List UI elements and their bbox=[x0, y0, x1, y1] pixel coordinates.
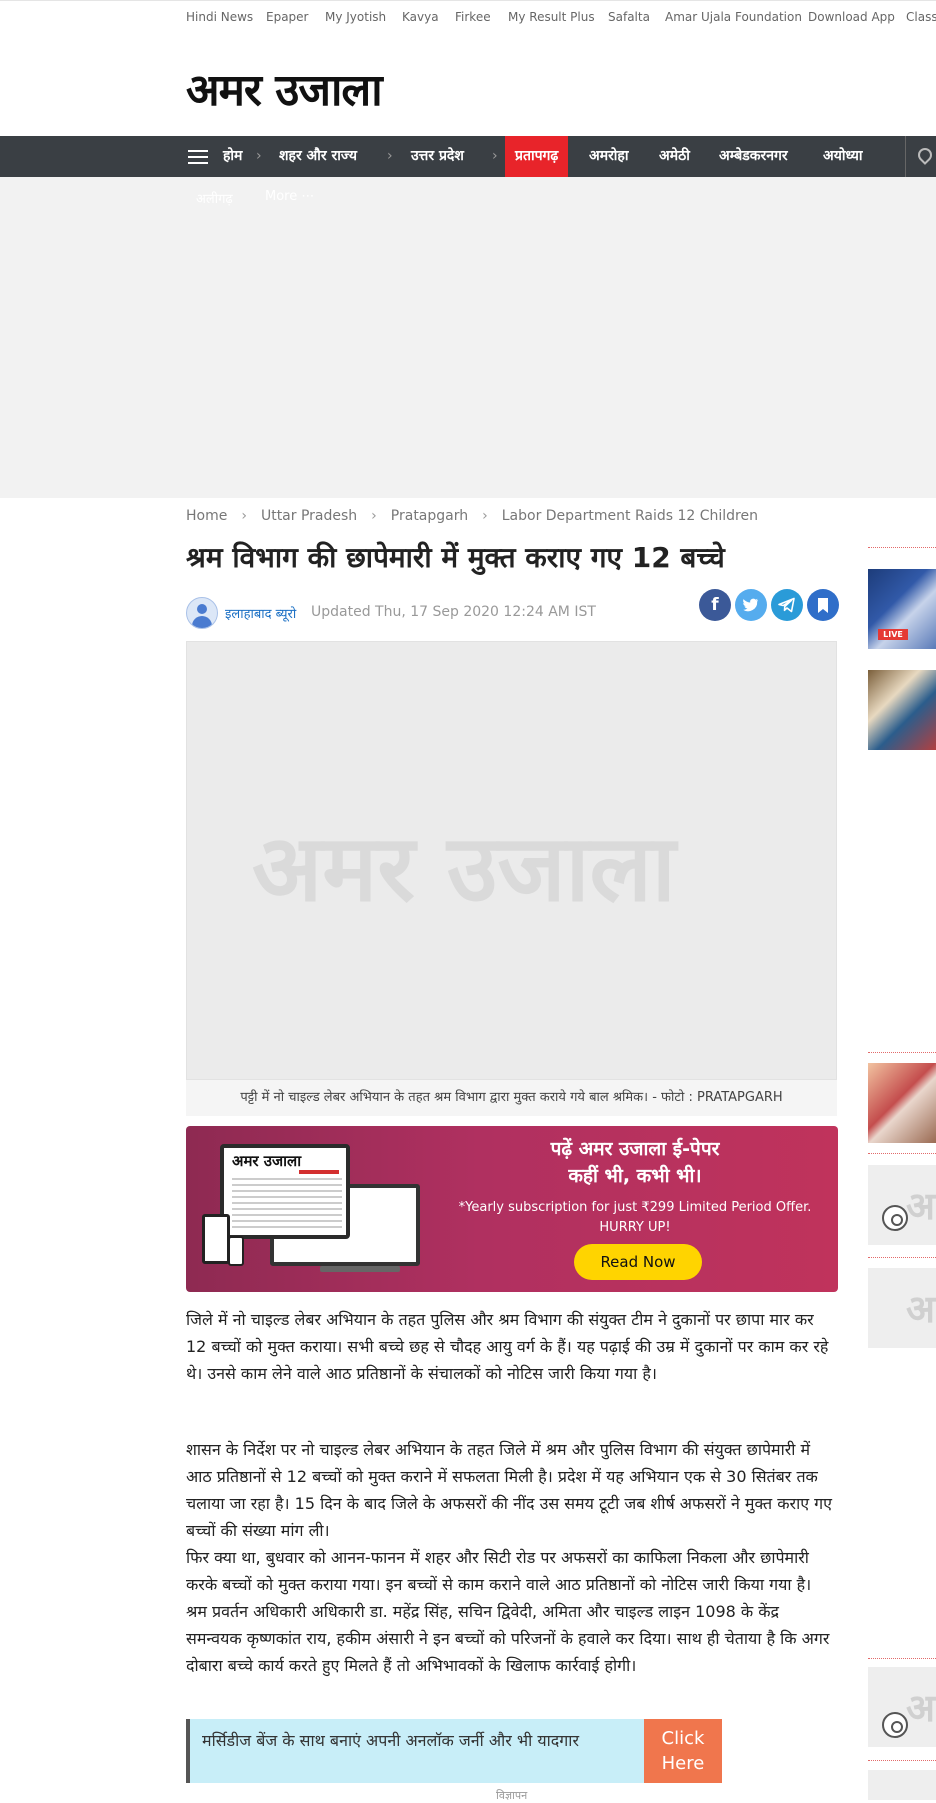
promo-offer-line1: *Yearly subscription for just ₹299 Limit… bbox=[458, 1200, 812, 1215]
promo-offer: *Yearly subscription for just ₹299 Limit… bbox=[450, 1198, 820, 1238]
nav-city-amroha[interactable]: अमरोहा bbox=[589, 136, 628, 177]
camera-icon bbox=[882, 1205, 908, 1231]
photo-caption: पट्टी में नो चाइल्ड लेबर अभियान के तहत श… bbox=[186, 1080, 837, 1116]
location-pin-icon[interactable] bbox=[905, 136, 936, 177]
top-link-safalta[interactable]: Safalta bbox=[608, 10, 650, 24]
ad-banner-area: अलीगढ़ More ⋯ bbox=[0, 177, 936, 498]
chevron-right-icon: › bbox=[387, 148, 393, 164]
rail-thumb-placeholder[interactable]: अ bbox=[868, 1268, 936, 1348]
nav-home[interactable]: होम bbox=[223, 136, 242, 177]
nav-uttar-pradesh[interactable]: उत्तर प्रदेश bbox=[411, 136, 464, 177]
top-link-amar-ujala-foundation[interactable]: Amar Ujala Foundation bbox=[665, 10, 802, 24]
bookmark-icon[interactable] bbox=[807, 589, 839, 621]
epaper-promo-banner[interactable]: अमर उजाला अमर उजाला पढ़ें अमर उजाला ई-पे… bbox=[186, 1126, 838, 1292]
updated-timestamp: Updated Thu, 17 Sep 2020 12:24 AM IST bbox=[311, 604, 596, 620]
top-links-bar: Hindi News Epaper My Jyotish Kavya Firke… bbox=[0, 0, 936, 34]
hamburger-menu-icon[interactable] bbox=[188, 150, 208, 168]
read-now-button[interactable]: Read Now bbox=[574, 1244, 702, 1280]
chevron-right-icon: › bbox=[256, 148, 262, 164]
click-here-button[interactable]: Click Here bbox=[644, 1719, 722, 1783]
rail-thumb-modi[interactable] bbox=[868, 670, 936, 750]
placeholder-logo: अ bbox=[906, 1685, 936, 1730]
rail-thumb-actress[interactable] bbox=[868, 1063, 936, 1143]
top-link-download-app[interactable]: Download App bbox=[808, 10, 895, 24]
laptop-text-lines bbox=[232, 1174, 342, 1229]
placeholder-logo: अ bbox=[906, 1183, 936, 1228]
rail-divider bbox=[868, 547, 936, 548]
author-avatar-icon[interactable] bbox=[186, 597, 218, 629]
nav-more[interactable]: More ⋯ bbox=[265, 189, 314, 204]
rail-thumb-placeholder[interactable] bbox=[868, 1770, 936, 1800]
promo-title-line2: कहीं भी, कभी भी। bbox=[568, 1165, 702, 1187]
article-headline: श्रम विभाग की छापेमारी में मुक्त कराए गए… bbox=[186, 541, 725, 574]
article-paragraph-3: फिर क्या था, बुधवार को आनन-फानन में शहर … bbox=[186, 1548, 830, 1675]
breadcrumb: Home › Uttar Pradesh › Pratapgarh › Labor Depa… bbox=[186, 508, 758, 524]
mercedes-ad-text: मर्सिडीज बेंज के साथ बनाएं अपनी अनलॉक जर… bbox=[202, 1731, 579, 1750]
author-name[interactable]: इलाहाबाद ब्यूरो bbox=[225, 604, 296, 622]
click-here-line2: Here bbox=[661, 1753, 705, 1774]
top-link-kavya[interactable]: Kavya bbox=[402, 10, 439, 24]
breadcrumb-state[interactable]: Uttar Pradesh bbox=[261, 508, 357, 524]
top-link-class[interactable]: Class bbox=[906, 10, 936, 24]
tablet-graphic bbox=[202, 1214, 230, 1264]
rail-thumb-ipl[interactable]: LIVE bbox=[868, 569, 936, 649]
rail-divider bbox=[868, 1760, 936, 1761]
article-paragraph-2: शासन के निर्देश पर नो चाइल्ड लेबर अभियान… bbox=[186, 1440, 833, 1540]
chevron-right-icon: › bbox=[482, 508, 488, 524]
site-logo[interactable]: अमर उजाला bbox=[186, 58, 383, 118]
nav-city-ayodhya[interactable]: अयोध्या bbox=[823, 136, 862, 177]
nav-city-state[interactable]: शहर और राज्य bbox=[279, 136, 357, 177]
top-link-my-jyotish[interactable]: My Jyotish bbox=[325, 10, 386, 24]
promo-title: पढ़ें अमर उजाला ई-पेपर कहीं भी, कभी भी। bbox=[450, 1136, 820, 1190]
breadcrumb-home[interactable]: Home bbox=[186, 508, 227, 524]
article-photo: अमर उजाला bbox=[186, 641, 837, 1080]
laptop-logo: अमर उजाला bbox=[232, 1152, 302, 1170]
article-paragraph-1: जिले में नो चाइल्ड लेबर अभियान के तहत पु… bbox=[186, 1310, 829, 1383]
rail-divider bbox=[868, 1052, 936, 1053]
rail-divider bbox=[868, 1257, 936, 1258]
devices-illustration: अमर उजाला अमर उजाला bbox=[200, 1144, 450, 1274]
rail-thumb-placeholder[interactable]: अ bbox=[868, 1667, 936, 1747]
rail-divider bbox=[868, 1153, 936, 1154]
promo-title-line1: पढ़ें अमर उजाला ई-पेपर bbox=[550, 1138, 720, 1160]
mercedes-ad[interactable]: मर्सिडीज बेंज के साथ बनाएं अपनी अनलॉक जर… bbox=[186, 1719, 644, 1783]
camera-icon bbox=[882, 1712, 908, 1738]
chevron-right-icon: › bbox=[241, 508, 247, 524]
placeholder-logo: अ bbox=[906, 1286, 936, 1331]
nav-city-ambedkarnagar[interactable]: अम्बेडकरनगर bbox=[719, 136, 788, 177]
rail-thumb-placeholder[interactable]: अ bbox=[868, 1165, 936, 1245]
phone-graphic bbox=[228, 1236, 244, 1266]
nav-active-city[interactable]: प्रतापगढ़ bbox=[505, 136, 569, 177]
nav-city-aligarh[interactable]: अलीगढ़ bbox=[196, 189, 233, 207]
rail-divider bbox=[868, 1658, 936, 1659]
facebook-icon[interactable]: f bbox=[699, 589, 731, 621]
chevron-right-icon: › bbox=[492, 148, 498, 164]
promo-offer-line2: HURRY UP! bbox=[599, 1220, 671, 1235]
top-link-epaper[interactable]: Epaper bbox=[266, 10, 309, 24]
breadcrumb-city[interactable]: Pratapgarh bbox=[391, 508, 468, 524]
telegram-icon[interactable] bbox=[771, 589, 803, 621]
monitor-stand-graphic bbox=[320, 1266, 400, 1272]
photo-watermark: अमर उजाला bbox=[252, 814, 676, 922]
main-nav: होम › शहर और राज्य › उत्तर प्रदेश › प्रत… bbox=[0, 136, 936, 177]
click-here-line1: Click bbox=[661, 1728, 705, 1749]
twitter-icon[interactable] bbox=[735, 589, 767, 621]
breadcrumb-current: Labor Department Raids 12 Children bbox=[501, 508, 758, 524]
laptop-graphic: अमर उजाला bbox=[220, 1144, 350, 1239]
top-link-firkee[interactable]: Firkee bbox=[455, 10, 491, 24]
chevron-right-icon: › bbox=[371, 508, 377, 524]
top-link-my-result-plus[interactable]: My Result Plus bbox=[508, 10, 595, 24]
top-link-hindi-news[interactable]: Hindi News bbox=[186, 10, 253, 24]
live-badge: LIVE bbox=[878, 629, 908, 640]
advertisement-label: विज्ञापन bbox=[496, 1789, 528, 1802]
nav-city-amethi[interactable]: अमेठी bbox=[659, 136, 690, 177]
